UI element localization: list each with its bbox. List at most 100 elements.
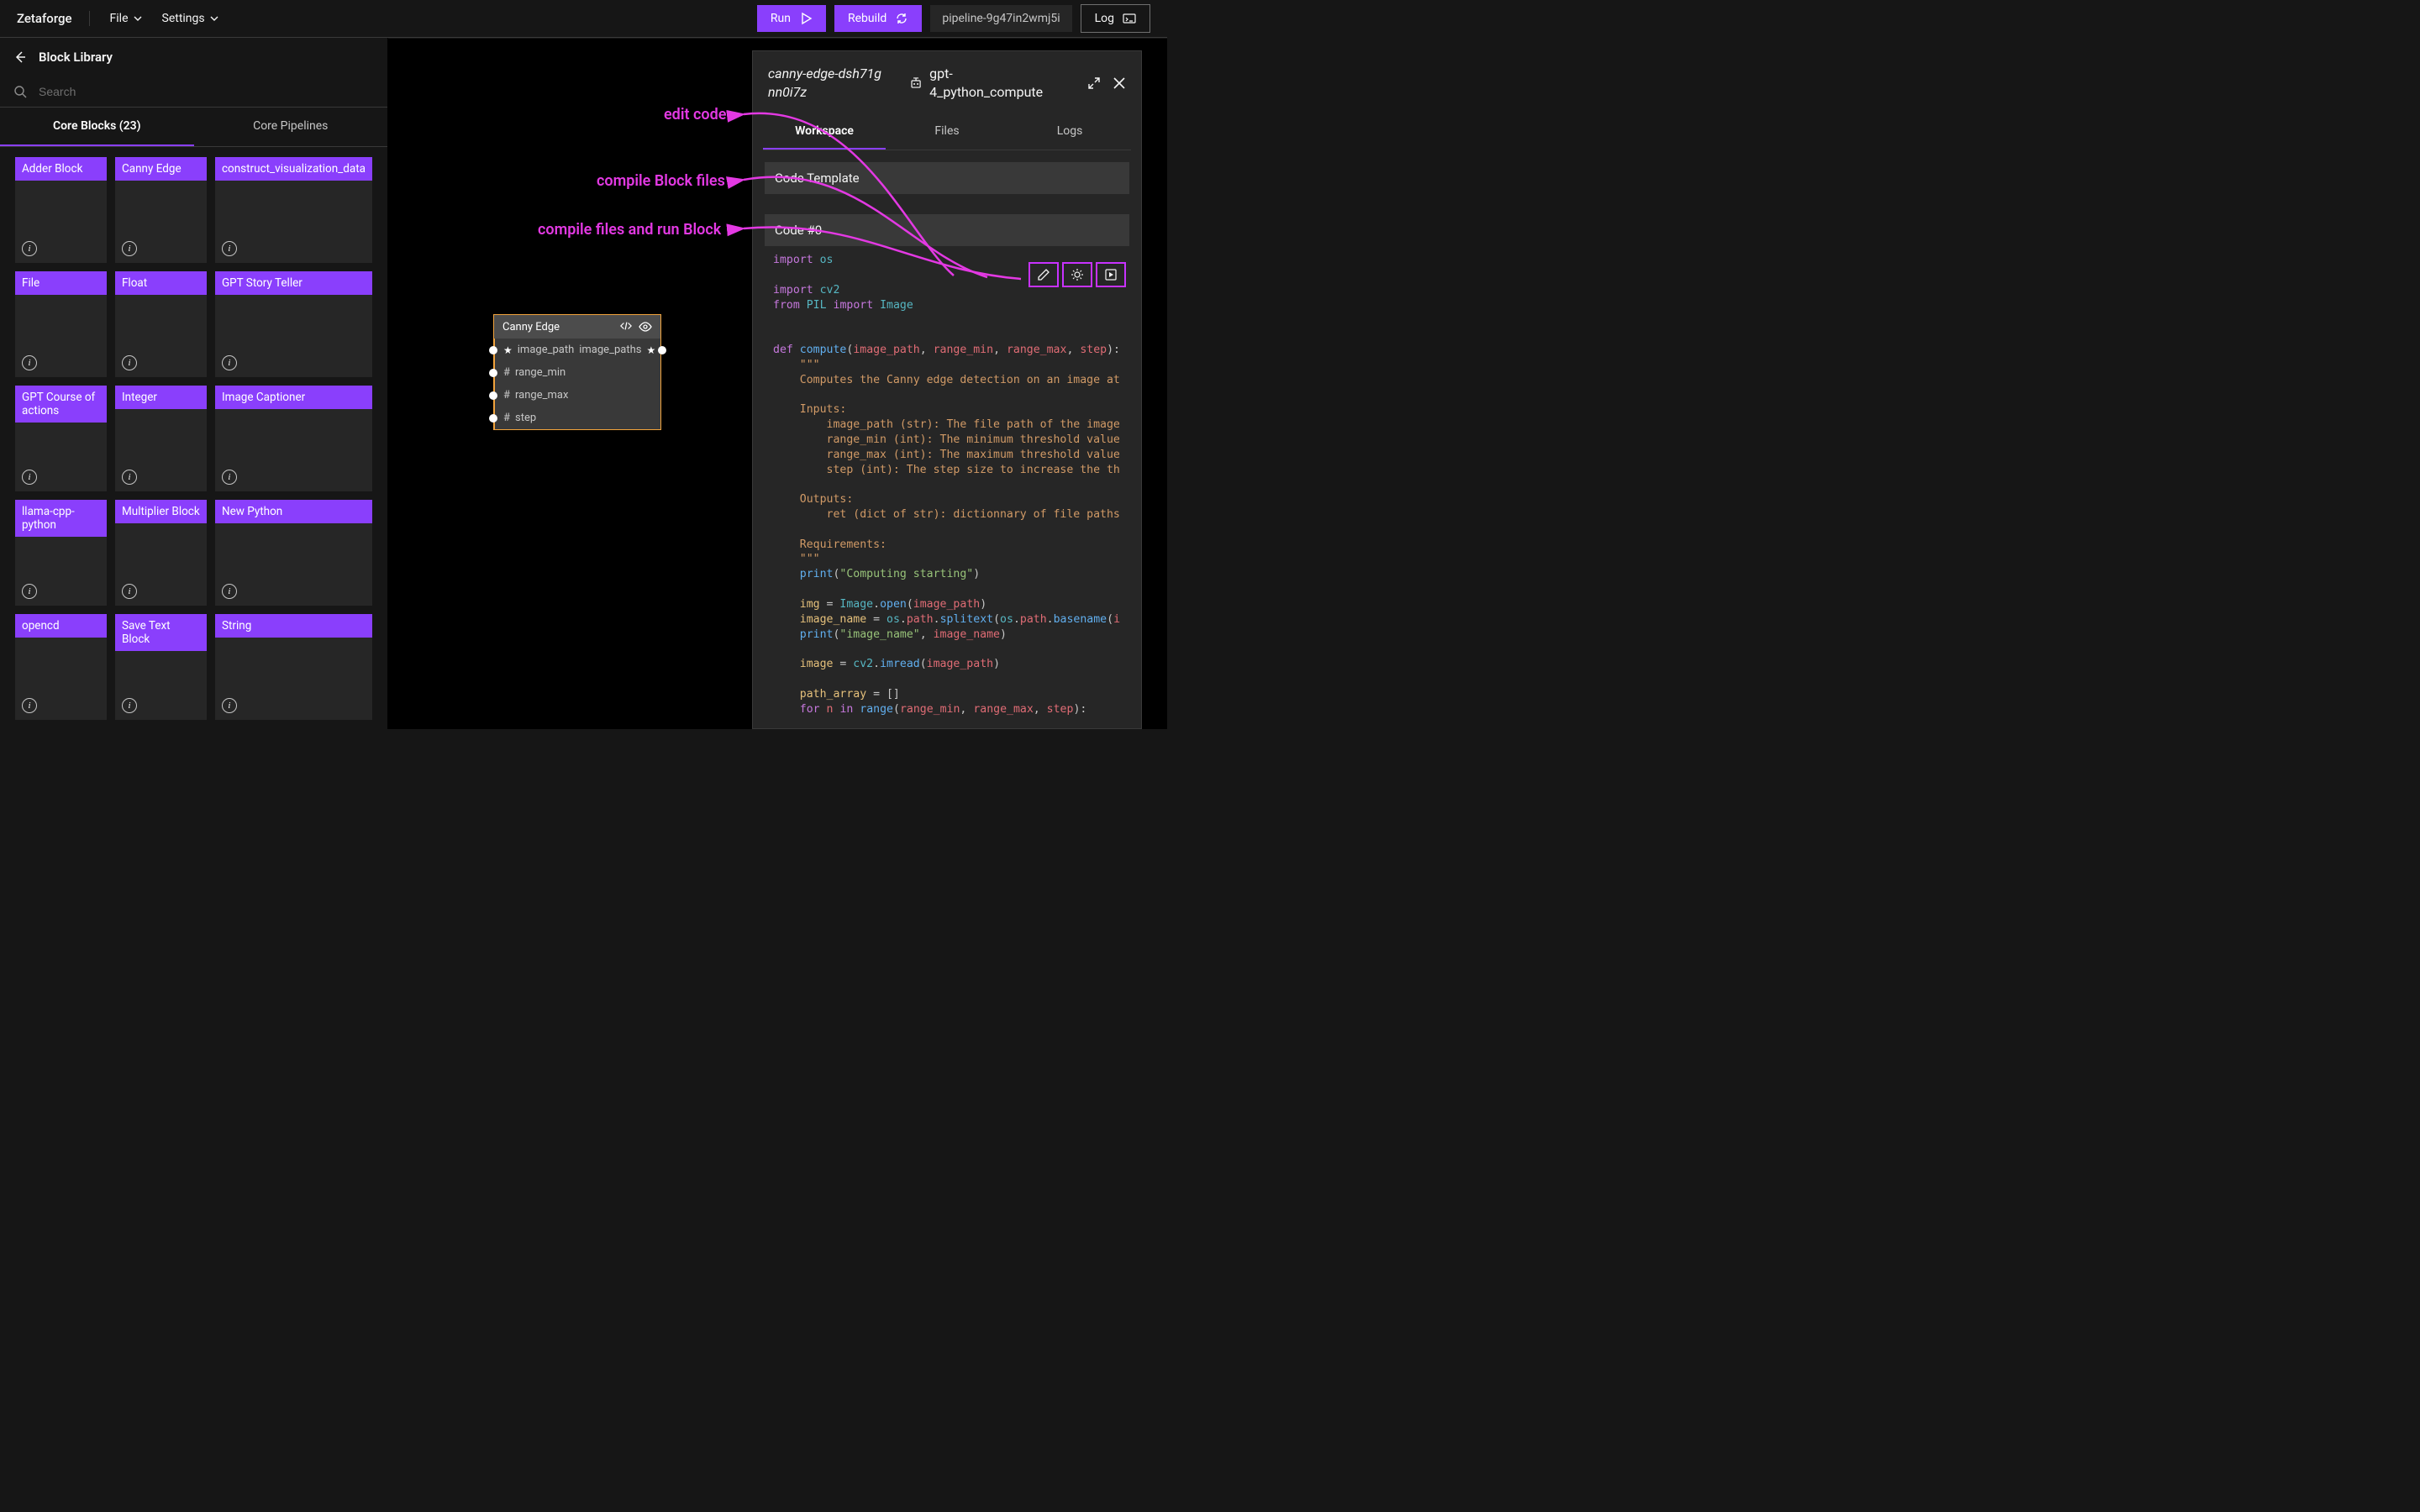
block-card-title: opencd [15, 614, 107, 638]
hash-icon: # [503, 389, 510, 402]
maximize-icon[interactable] [1087, 76, 1101, 90]
gear-icon [1071, 268, 1084, 281]
code-template-row[interactable]: Code Template [765, 162, 1129, 194]
block-card[interactable]: llama-cpp-python i [15, 500, 107, 606]
tab-core-pipelines[interactable]: Core Pipelines [194, 108, 388, 146]
menu-file[interactable]: File [110, 12, 142, 25]
pipeline-name-field[interactable]: pipeline-9g47in2wmj5i [930, 5, 1071, 32]
library-title: Block Library [39, 50, 113, 65]
tab-logs[interactable]: Logs [1008, 114, 1131, 150]
log-button[interactable]: Log [1081, 4, 1150, 33]
info-icon[interactable]: i [22, 355, 37, 370]
info-icon[interactable]: i [22, 698, 37, 713]
search-input[interactable] [39, 85, 374, 98]
info-icon[interactable]: i [222, 355, 237, 370]
block-card[interactable]: construct_visualization_datai [215, 157, 372, 263]
robot-icon [909, 76, 923, 91]
node-title: Canny Edge [502, 321, 560, 333]
editor-panel: canny-edge-dsh71gnn0i7z gpt-4_python_com… [752, 50, 1142, 729]
info-icon[interactable]: i [122, 698, 137, 713]
block-card-title: Adder Block [15, 157, 107, 181]
info-icon[interactable]: i [122, 241, 137, 256]
menu-file-label: File [110, 12, 129, 25]
brand: Zetaforge [17, 11, 90, 26]
block-card-title: GPT Course of actions [15, 386, 107, 423]
info-icon[interactable]: i [122, 470, 137, 485]
back-arrow-icon[interactable] [13, 50, 27, 64]
info-icon[interactable]: i [222, 698, 237, 713]
tab-core-blocks[interactable]: Core Blocks (23) [0, 108, 194, 146]
eye-icon[interactable] [639, 320, 652, 333]
compile-run-button[interactable] [1096, 262, 1126, 287]
block-card-title: File [15, 271, 107, 295]
edit-code-button[interactable] [1028, 262, 1059, 287]
block-card-title: GPT Story Teller [215, 271, 372, 295]
terminal-icon [1123, 12, 1136, 25]
star-icon: ★ [646, 344, 655, 356]
run-button[interactable]: Run [757, 5, 826, 32]
menu-settings-label: Settings [162, 12, 205, 25]
block-card[interactable]: String i [215, 614, 372, 720]
run-block-icon [1104, 268, 1118, 281]
tab-files[interactable]: Files [886, 114, 1008, 150]
node-input-range-max[interactable]: # range_max [493, 384, 660, 407]
block-card[interactable]: Adder Block i [15, 157, 107, 263]
close-icon[interactable] [1113, 76, 1126, 90]
node-input-range-min[interactable]: # range_min [493, 361, 660, 384]
block-card-title: construct_visualization_data [215, 157, 372, 181]
info-icon[interactable]: i [122, 355, 137, 370]
hash-icon: # [503, 412, 510, 424]
annotation-compile: compile Block files [597, 172, 725, 190]
block-card-title: New Python [215, 500, 372, 523]
block-card[interactable]: File i [15, 271, 107, 377]
block-card[interactable]: Integer i [115, 386, 207, 491]
annotation-run: compile files and run Block [538, 221, 721, 239]
menu-settings[interactable]: Settings [162, 12, 218, 25]
chevron-down-icon [134, 14, 142, 23]
node-input-image-path[interactable]: ★ image_path image_paths ★ [493, 339, 660, 361]
block-card-title: Canny Edge [115, 157, 207, 181]
block-card-title: Save Text Block [115, 614, 207, 651]
code-icon[interactable] [620, 320, 632, 332]
library-tabs: Core Blocks (23) Core Pipelines [0, 108, 387, 147]
block-card-title: Integer [115, 386, 207, 409]
block-card-title: Image Captioner [215, 386, 372, 409]
block-library-sidebar: Block Library Core Blocks (23) Core Pipe… [0, 38, 388, 729]
block-card[interactable]: New Python i [215, 500, 372, 606]
info-icon[interactable]: i [222, 584, 237, 599]
log-label: Log [1095, 12, 1114, 25]
node-input-step[interactable]: # step [493, 407, 660, 429]
block-grid: Adder BlockiCanny Edgeiconstruct_visuali… [0, 147, 387, 729]
pencil-icon [1037, 268, 1050, 281]
rebuild-button[interactable]: Rebuild [834, 5, 922, 32]
block-card-title: Multiplier Block [115, 500, 207, 523]
top-bar: Zetaforge File Settings Run Rebuild pipe… [0, 0, 1167, 38]
block-card[interactable]: Canny Edge i [115, 157, 207, 263]
compile-button[interactable] [1062, 262, 1092, 287]
info-icon[interactable]: i [22, 470, 37, 485]
info-icon[interactable]: i [122, 584, 137, 599]
block-card[interactable]: opencd i [15, 614, 107, 720]
info-icon[interactable]: i [222, 470, 237, 485]
block-card[interactable]: GPT Story Teller i [215, 271, 372, 377]
tab-workspace[interactable]: Workspace [763, 114, 886, 150]
block-card[interactable]: Float i [115, 271, 207, 377]
rebuild-label: Rebuild [848, 12, 886, 25]
chevron-down-icon [210, 14, 218, 23]
block-card[interactable]: Save Text Block i [115, 614, 207, 720]
block-card[interactable]: GPT Course of actions i [15, 386, 107, 491]
run-label: Run [771, 12, 791, 25]
info-icon[interactable]: i [222, 241, 237, 256]
code-body[interactable]: import os import cv2from PIL import Imag… [765, 246, 1129, 728]
block-id: canny-edge-dsh71gnn0i7z [768, 65, 886, 101]
block-card-title: llama-cpp-python [15, 500, 107, 537]
play-icon [799, 12, 813, 25]
search-icon [13, 85, 27, 98]
info-icon[interactable]: i [22, 241, 37, 256]
block-card[interactable]: Image Captioner i [215, 386, 372, 491]
block-card-title: String [215, 614, 372, 638]
block-card[interactable]: Multiplier Block i [115, 500, 207, 606]
node-canny-edge[interactable]: Canny Edge ★ image_path image_paths ★ # … [493, 314, 661, 430]
info-icon[interactable]: i [22, 584, 37, 599]
block-card-title: Float [115, 271, 207, 295]
